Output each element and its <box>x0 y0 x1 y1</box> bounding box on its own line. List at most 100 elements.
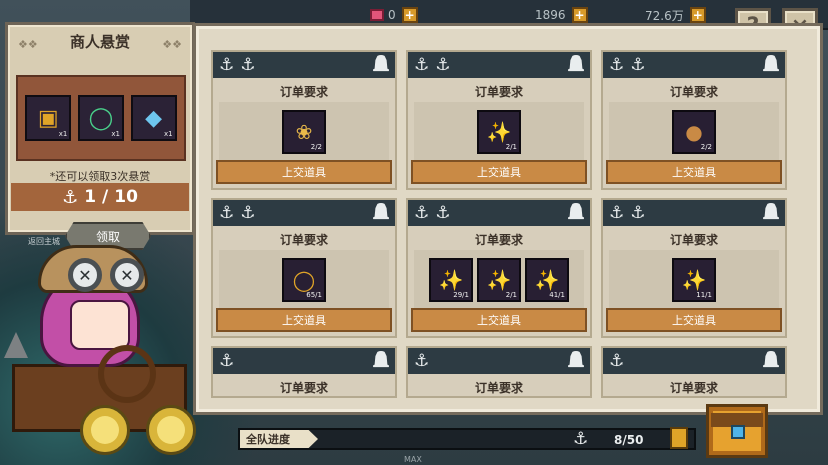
claim-label: 领取 <box>95 229 120 244</box>
submit-button[interactable]: 上交道具 <box>606 160 782 184</box>
bounty-rewards: ▣ x1 ◯ x1 ◆ x1 <box>16 75 186 161</box>
submit-button[interactable]: 上交道具 <box>216 308 392 332</box>
anchor-icon: ⚓⚓ <box>414 55 457 75</box>
ship-wheel-icon <box>98 345 156 403</box>
submit-button[interactable]: 上交道具 <box>411 308 587 332</box>
reward-slot[interactable]: ◆ x1 <box>130 95 177 141</box>
anchor-icon: ⚓⚓ <box>219 203 262 223</box>
item-qty: 65/1 <box>306 290 322 299</box>
bell-icon[interactable] <box>568 55 584 72</box>
submit-button[interactable]: 上交道具 <box>411 160 587 184</box>
anchor-icon: ⚓ <box>62 186 79 208</box>
green-ring-icon: ◯ <box>88 105 114 131</box>
order-card: ⚓⚓ 订单要求 ✨ 2/1 上交道具 <box>406 50 592 190</box>
order-card: ⚓ 订单要求 <box>211 346 397 398</box>
chest-lock-icon <box>731 425 745 439</box>
submit-button[interactable]: 上交道具 <box>606 308 782 332</box>
order-title: 订单要求 <box>474 233 523 247</box>
order-card: ⚓ 订单要求 <box>406 346 592 398</box>
info-icon[interactable] <box>670 427 688 449</box>
bell-icon[interactable] <box>568 203 584 220</box>
orders-panel: ⚓⚓ 订单要求 ❀ 2/2 上交道具 ⚓⚓ 订单要求 ✨ 2/1 上交道具 ⚓⚓ 订… <box>193 23 823 415</box>
grey-fish-icon: ✨ <box>438 267 464 292</box>
gold-disc-icon <box>146 405 196 455</box>
submit-label: 上交道具 <box>477 314 521 327</box>
item-qty: 2/2 <box>310 142 322 151</box>
reward-slot[interactable]: ◯ x1 <box>77 95 124 141</box>
item-qty: 29/1 <box>453 290 469 299</box>
order-title: 订单要求 <box>279 233 328 247</box>
item-qty: 2/1 <box>505 290 517 299</box>
reward-slot[interactable]: ▣ x1 <box>25 95 72 141</box>
order-item[interactable]: ❀ 2/2 <box>282 109 326 154</box>
anchor-icon: ⚓ <box>219 351 241 371</box>
anchor-icon: ⚓ <box>573 429 589 449</box>
bell-icon[interactable] <box>763 351 779 368</box>
merchant-bounty-panel: ❖❖ 商人悬赏 ❖❖ ▣ x1 ◯ x1 ◆ x1 *还可以领取3次悬赏 ⚓ 1… <box>5 22 195 250</box>
bell-icon[interactable] <box>568 351 584 368</box>
reward-count: x1 <box>111 130 120 138</box>
character-face <box>70 300 130 350</box>
order-item[interactable]: ✨ 2/1 <box>477 109 521 154</box>
submit-label: 上交道具 <box>672 314 716 327</box>
submit-label: 上交道具 <box>672 166 716 179</box>
goggle-left-icon: ✕ <box>68 258 102 292</box>
bell-icon[interactable] <box>373 55 389 72</box>
jar-icon: ◯ <box>292 267 316 292</box>
item-qty: 2/2 <box>700 142 712 151</box>
anchor-icon: ⚓⚓ <box>414 203 457 223</box>
team-progress-label: 全队进度 <box>240 430 318 448</box>
goggle-right-icon: ✕ <box>110 258 144 292</box>
shell-icon: ❀ <box>295 119 313 144</box>
mushroom-icon: ● <box>685 119 703 144</box>
order-item[interactable]: ✨ 2/1 <box>477 257 521 302</box>
bell-icon[interactable] <box>763 55 779 72</box>
fish-icon: ✨ <box>486 119 512 144</box>
bounty-progress-current: 1 <box>84 187 97 207</box>
order-item[interactable]: ◯ 65/1 <box>282 257 326 302</box>
order-card: ⚓⚓ 订单要求 ◯ 65/1 上交道具 <box>211 198 397 338</box>
anchor-icon: ⚓ <box>609 351 631 371</box>
order-item[interactable]: ✨ 41/1 <box>525 257 569 302</box>
max-label: MAX <box>404 455 422 464</box>
item-qty: 11/1 <box>696 290 712 299</box>
treasure-chest-button[interactable] <box>706 404 768 458</box>
bell-icon[interactable] <box>373 203 389 220</box>
return-home-label[interactable]: 返回主城 <box>28 236 60 247</box>
add-gold-button[interactable]: + <box>689 7 706 23</box>
order-item[interactable]: ✨ 29/1 <box>429 257 473 302</box>
ornament-right-icon: ❖❖ <box>162 38 182 51</box>
order-item[interactable]: ✨ 11/1 <box>672 257 716 302</box>
order-title: 订单要求 <box>279 381 328 395</box>
bell-icon[interactable] <box>373 351 389 368</box>
order-title: 订单要求 <box>279 85 328 99</box>
submit-label: 上交道具 <box>282 314 326 327</box>
submit-button[interactable]: 上交道具 <box>216 160 392 184</box>
gold-counter: 72.6万 + <box>645 6 706 24</box>
coin-value: 1896 <box>535 8 566 22</box>
item-qty: 2/1 <box>505 142 517 151</box>
anchor-icon: ⚓⚓ <box>609 55 652 75</box>
fish-icon: ✨ <box>486 267 512 292</box>
gem-counter: 0 + <box>370 6 418 24</box>
submit-label: 上交道具 <box>477 166 521 179</box>
add-coin-button[interactable]: + <box>571 7 588 23</box>
order-title: 订单要求 <box>669 381 718 395</box>
bell-icon[interactable] <box>763 203 779 220</box>
bounty-note: *还可以领取3次悬赏 <box>49 170 151 183</box>
team-progress-value: 8/50 <box>614 433 644 447</box>
gold-disc-icon <box>80 405 130 455</box>
fish-icon: ✨ <box>534 267 560 292</box>
gold-value: 72.6万 <box>645 8 684 23</box>
anchor-icon: ⚓⚓ <box>219 55 262 75</box>
order-card: ⚓ 订单要求 <box>601 346 787 398</box>
gem-icon <box>370 9 384 21</box>
order-title: 订单要求 <box>669 233 718 247</box>
add-gem-button[interactable]: + <box>401 7 418 23</box>
bounty-progress: ⚓ 1 / 10 <box>11 183 189 211</box>
coin-counter: 1896 + <box>535 6 588 24</box>
reward-count: x1 <box>164 130 173 138</box>
order-title: 订单要求 <box>669 85 718 99</box>
reward-count: x1 <box>58 130 68 138</box>
order-item[interactable]: ● 2/2 <box>672 109 716 154</box>
